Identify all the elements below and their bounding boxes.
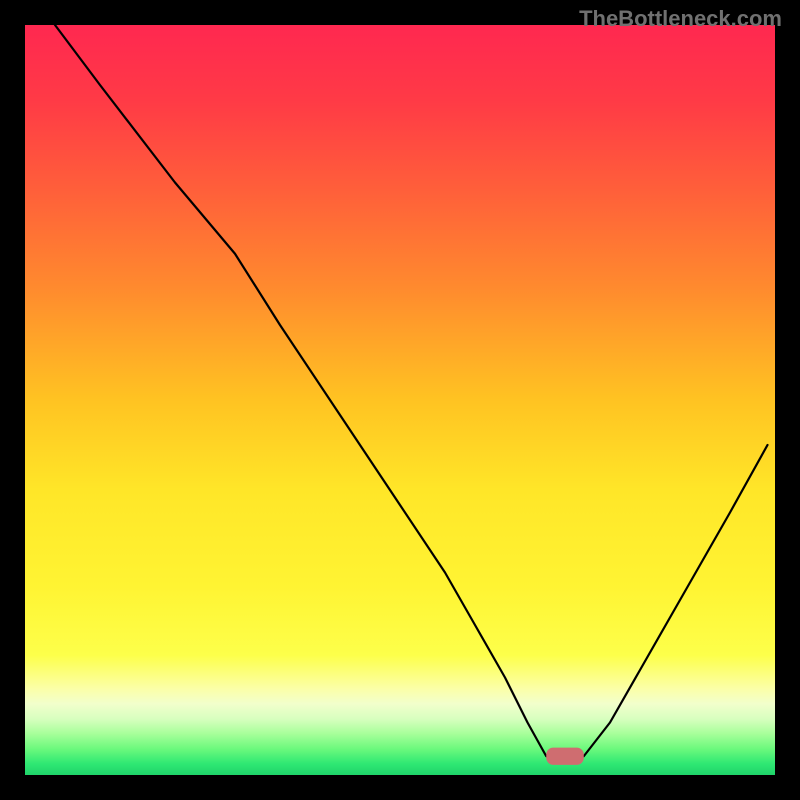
chart-svg: [25, 25, 775, 775]
chart-stage: TheBottleneck.com: [0, 0, 800, 800]
gradient-bg: [25, 25, 775, 775]
plot-area: [25, 25, 775, 775]
match-marker: [546, 748, 584, 765]
watermark-text: TheBottleneck.com: [579, 6, 782, 32]
